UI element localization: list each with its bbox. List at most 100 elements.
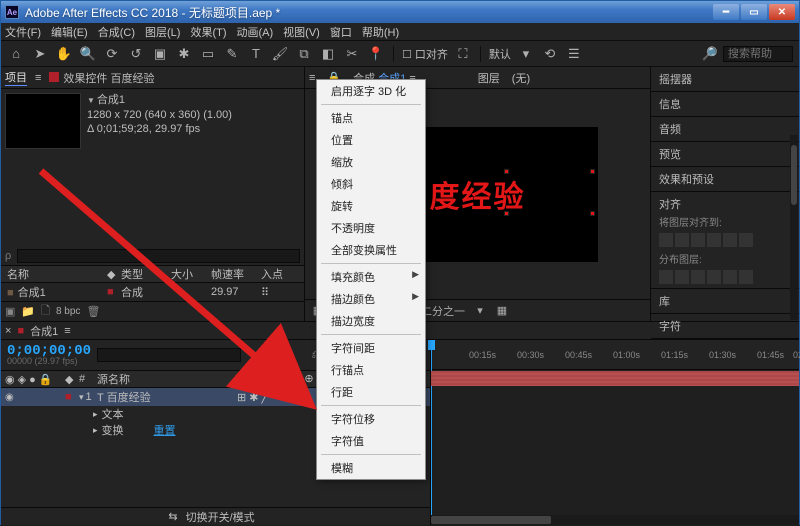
resolution-dropdown[interactable]: 二分之一: [421, 303, 465, 319]
align-left-button[interactable]: [659, 233, 673, 247]
zoom-tool-icon[interactable]: 🔍: [79, 45, 97, 63]
align-right-button[interactable]: [691, 233, 705, 247]
distribute-button[interactable]: [659, 270, 673, 284]
context-menu-item[interactable]: 模糊: [317, 457, 425, 479]
timeline-close-icon[interactable]: ×: [5, 325, 11, 337]
align-hcenter-button[interactable]: [675, 233, 689, 247]
pen-tool-icon[interactable]: ✎: [223, 45, 241, 63]
layer-tab[interactable]: 图层: [478, 70, 500, 86]
filter-search-icon[interactable]: ρ: [5, 250, 11, 262]
delete-icon[interactable]: 🗑: [86, 305, 100, 318]
panel-rocker[interactable]: 摇摆器: [659, 74, 692, 86]
puppet-tool-icon[interactable]: 📍: [367, 45, 385, 63]
context-menu-item[interactable]: 字符值: [317, 430, 425, 452]
timeline-search-input[interactable]: [97, 348, 241, 362]
composition-thumbnail[interactable]: [5, 93, 81, 149]
workspace-mode[interactable]: 默认: [489, 46, 511, 62]
new-folder-icon[interactable]: 📁: [21, 305, 35, 318]
chevron-down-icon[interactable]: ▾: [517, 45, 535, 63]
menu-file[interactable]: 文件(F): [5, 24, 41, 40]
orbit-tool-icon[interactable]: ⟳: [103, 45, 121, 63]
project-search-input[interactable]: [17, 249, 300, 263]
text-layer-content[interactable]: 度经验: [430, 172, 526, 216]
layer-duration-bar[interactable]: [431, 370, 799, 388]
distribute-button[interactable]: [707, 270, 721, 284]
align-top-button[interactable]: [707, 233, 721, 247]
snap-option-icon[interactable]: ⛶: [454, 45, 472, 63]
menu-effect[interactable]: 效果(T): [190, 24, 226, 40]
context-menu-item[interactable]: 全部变换属性: [317, 239, 425, 261]
tab-effect-controls[interactable]: 效果控件 百度经验: [63, 73, 154, 85]
context-menu-item[interactable]: 锚点: [317, 107, 425, 129]
snap-toggle[interactable]: 口对齐: [402, 46, 448, 62]
tab-menu-icon[interactable]: ≡: [35, 72, 41, 84]
tab-menu-icon[interactable]: ≡: [309, 72, 315, 84]
menu-window[interactable]: 窗口: [330, 24, 352, 40]
panel-library[interactable]: 库: [659, 296, 670, 308]
right-dock-scrollbar[interactable]: [790, 135, 798, 320]
selection-handle[interactable]: [504, 169, 509, 174]
help-search-input[interactable]: [723, 46, 793, 62]
tab-project[interactable]: 项目: [5, 69, 27, 86]
menu-edit[interactable]: 编辑(E): [51, 24, 88, 40]
timeline-track-area[interactable]: 00:15s 00:30s 00:45s 01:00s 01:15s 01:30…: [431, 340, 799, 525]
menu-view[interactable]: 视图(V): [283, 24, 320, 40]
shape-tool-icon[interactable]: ▭: [199, 45, 217, 63]
window-minimize-button[interactable]: ━: [713, 4, 739, 20]
align-bottom-button[interactable]: [739, 233, 753, 247]
context-menu-item[interactable]: 不透明度: [317, 217, 425, 239]
animate-context-menu[interactable]: 启用逐字 3D 化锚点位置缩放倾斜旋转不透明度全部变换属性填充颜色描边颜色描边宽…: [316, 79, 426, 480]
context-menu-item[interactable]: 行距: [317, 381, 425, 403]
chevron-down-icon[interactable]: ▾: [473, 304, 487, 318]
selection-handle[interactable]: [590, 211, 595, 216]
context-menu-item[interactable]: 缩放: [317, 151, 425, 173]
stamp-tool-icon[interactable]: ⧉: [295, 45, 313, 63]
rotate-tool-icon[interactable]: ↺: [127, 45, 145, 63]
eye-icon[interactable]: [5, 391, 14, 403]
hand-tool-icon[interactable]: ✋: [55, 45, 73, 63]
anchor-tool-icon[interactable]: ✱: [175, 45, 193, 63]
panel-info[interactable]: 信息: [659, 99, 681, 111]
context-menu-item[interactable]: 位置: [317, 129, 425, 151]
sync-icon[interactable]: ☰: [565, 45, 583, 63]
window-maximize-button[interactable]: ▭: [741, 4, 767, 20]
context-menu-item[interactable]: 字符间距: [317, 337, 425, 359]
timeline-horizontal-scrollbar[interactable]: [431, 515, 799, 525]
context-menu-item[interactable]: 旋转: [317, 195, 425, 217]
menu-composition[interactable]: 合成(C): [98, 24, 135, 40]
selection-handle[interactable]: [504, 211, 509, 216]
project-item-row[interactable]: 合成1 ■ 合成 29.97 ⠿: [1, 283, 304, 301]
context-menu-item[interactable]: 描边颜色: [317, 288, 425, 310]
distribute-button[interactable]: [675, 270, 689, 284]
roto-tool-icon[interactable]: ✂: [343, 45, 361, 63]
context-menu-item[interactable]: 描边宽度: [317, 310, 425, 332]
distribute-button[interactable]: [739, 270, 753, 284]
context-menu-item[interactable]: 字符位移: [317, 408, 425, 430]
timeline-tab[interactable]: 合成1: [30, 323, 58, 339]
eraser-tool-icon[interactable]: ◧: [319, 45, 337, 63]
col-options-icon[interactable]: ⠿: [255, 286, 304, 299]
bpc-indicator[interactable]: 8 bpc: [56, 306, 80, 317]
context-menu-item[interactable]: 启用逐字 3D 化: [317, 80, 425, 102]
view-options-icon[interactable]: ▦: [495, 304, 509, 318]
timeline-ruler[interactable]: 00:15s 00:30s 00:45s 01:00s 01:15s 01:30…: [431, 340, 799, 370]
menu-help[interactable]: 帮助(H): [362, 24, 399, 40]
panel-audio[interactable]: 音频: [659, 124, 681, 136]
camera-tool-icon[interactable]: ▣: [151, 45, 169, 63]
new-bin-icon[interactable]: ▣: [5, 305, 15, 318]
brush-tool-icon[interactable]: 🖌: [271, 45, 289, 63]
align-vcenter-button[interactable]: [723, 233, 737, 247]
panel-character[interactable]: 字符: [659, 321, 681, 333]
distribute-button[interactable]: [723, 270, 737, 284]
window-close-button[interactable]: ✕: [769, 4, 795, 20]
home-icon[interactable]: ⌂: [7, 45, 25, 63]
context-menu-item[interactable]: 填充颜色: [317, 266, 425, 288]
panel-align[interactable]: 对齐: [659, 199, 681, 211]
toggle-switches-label[interactable]: 切换开关/模式: [186, 509, 255, 525]
selection-tool-icon[interactable]: ➤: [31, 45, 49, 63]
panel-preview[interactable]: 预览: [659, 149, 681, 161]
distribute-button[interactable]: [691, 270, 705, 284]
toggle-switches-icon[interactable]: ⇆: [168, 510, 177, 523]
menu-layer[interactable]: 图层(L): [145, 24, 180, 40]
new-comp-icon[interactable]: 🗋: [41, 302, 50, 321]
